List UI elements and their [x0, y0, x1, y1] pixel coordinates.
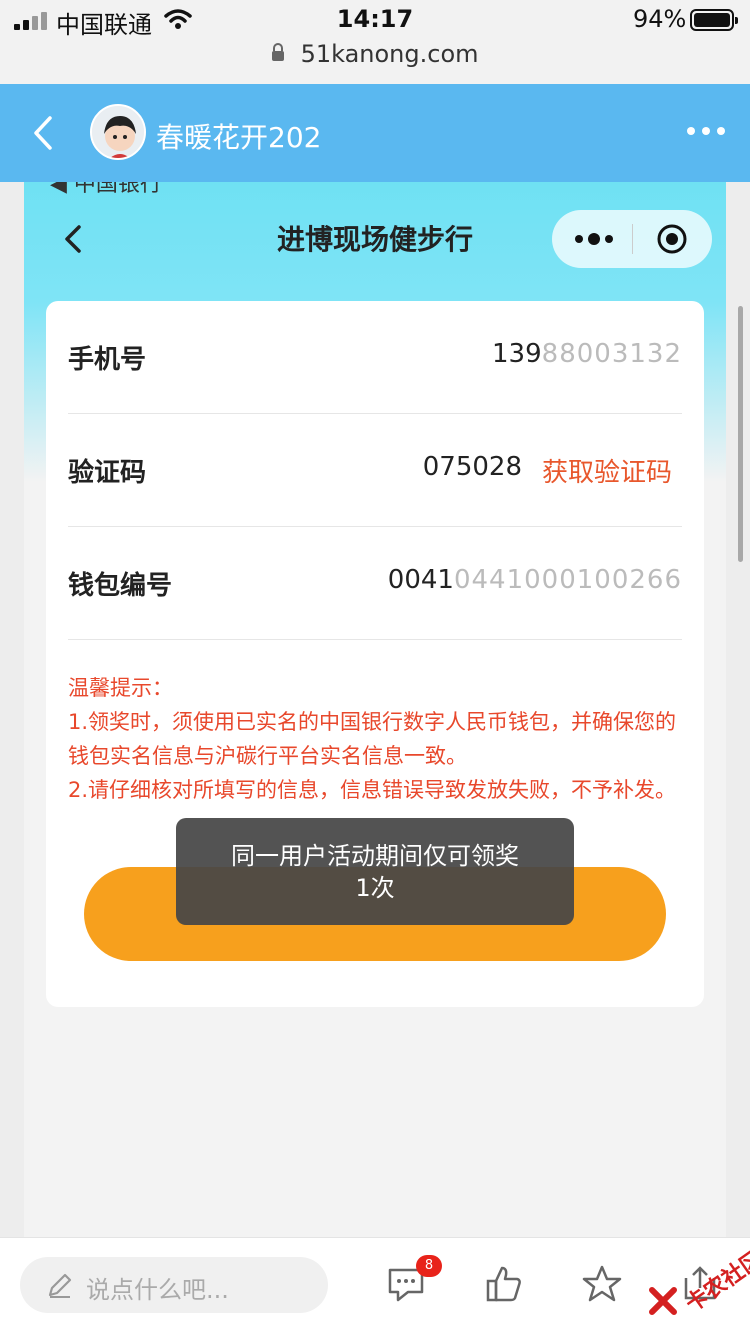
toast: 同一用户活动期间仅可领奖 1次 [176, 818, 574, 925]
code-field[interactable]: 075028 [423, 452, 522, 482]
wallet-value: 0041 [387, 565, 454, 595]
phone-value: 139 [492, 339, 542, 369]
watermark-text: 卡农社区 [681, 1246, 750, 1318]
username[interactable]: 春暖花开202 [156, 116, 321, 156]
phone-label: 手机号 [68, 345, 147, 375]
tips-line-1: 1.领奖时，须使用已实名的中国银行数字人民币钱包，并确保您的钱包实名信息与沪碳行… [68, 710, 677, 768]
phone-field[interactable]: 13988003132 [492, 339, 682, 369]
watermark-icon [649, 1287, 677, 1315]
scrollbar[interactable] [738, 306, 743, 562]
comment-input[interactable]: 说点什么吧... [20, 1257, 328, 1313]
toast-line-1: 同一用户活动期间仅可领奖 [231, 842, 519, 870]
phone-row: 手机号 13988003132 [68, 301, 682, 414]
favorite-star-icon[interactable] [582, 1264, 622, 1304]
tips-line-2: 2.请仔细核对所填写的信息，信息错误导致发放失败，不予补发。 [68, 778, 677, 802]
battery-percent: 94% [633, 5, 687, 33]
phone-masked: 88003132 [541, 339, 682, 369]
pen-icon [48, 1273, 72, 1298]
lock-icon [272, 43, 285, 61]
status-bar: 中国联通 14:17 94% [0, 0, 750, 40]
get-code-button[interactable]: 获取验证码 [542, 452, 672, 489]
close-miniprogram-icon[interactable] [656, 223, 688, 255]
back-icon[interactable] [28, 114, 58, 152]
wallet-field[interactable]: 00410441000100266 [388, 565, 682, 595]
tips-title: 温馨提示： [68, 676, 173, 700]
wallet-masked: 0441000100266 [453, 565, 682, 595]
like-icon[interactable] [484, 1264, 524, 1304]
wallet-row: 钱包编号 00410441000100266 [68, 527, 682, 640]
code-row: 验证码 075028 获取验证码 [68, 414, 682, 527]
miniprogram-capsule [552, 210, 712, 268]
more-icon[interactable] [574, 232, 614, 246]
watermark-logo: 卡农社区 [646, 1236, 750, 1322]
bottom-bar: 说点什么吧... [0, 1237, 750, 1334]
wallet-label: 钱包编号 [68, 571, 173, 601]
embedded-screenshot: ◀ 中国银行 进博现场健步行 手机号 13988003132 验证码 07502… [24, 182, 726, 1237]
tips: 温馨提示： 1.领奖时，须使用已实名的中国银行数字人民币钱包，并确保您的钱包实名… [68, 671, 682, 807]
avatar[interactable] [90, 104, 146, 160]
url-text: 51kanong.com [300, 40, 479, 68]
message-badge: 8 [416, 1255, 442, 1277]
cutoff-back-text: ◀ 中国银行 [50, 182, 162, 197]
comment-placeholder: 说点什么吧... [86, 1276, 229, 1304]
address-bar[interactable]: 51kanong.com [0, 40, 750, 84]
toast-line-2: 1次 [355, 874, 395, 902]
battery-icon [690, 9, 738, 31]
more-icon[interactable] [686, 124, 726, 138]
code-label: 验证码 [68, 458, 147, 488]
